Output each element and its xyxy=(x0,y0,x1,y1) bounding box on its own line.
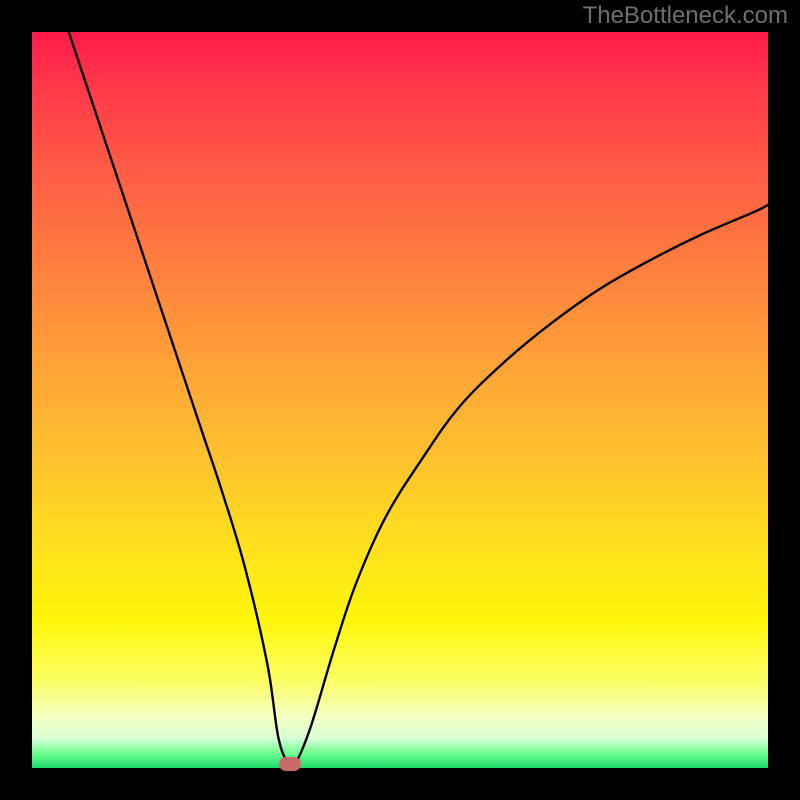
optimal-point-marker xyxy=(279,757,301,771)
chart-frame: TheBottleneck.com xyxy=(0,0,800,800)
watermark-text: TheBottleneck.com xyxy=(583,2,788,30)
plot-area xyxy=(32,32,768,768)
curve-path xyxy=(69,32,768,767)
bottleneck-curve xyxy=(32,32,768,768)
